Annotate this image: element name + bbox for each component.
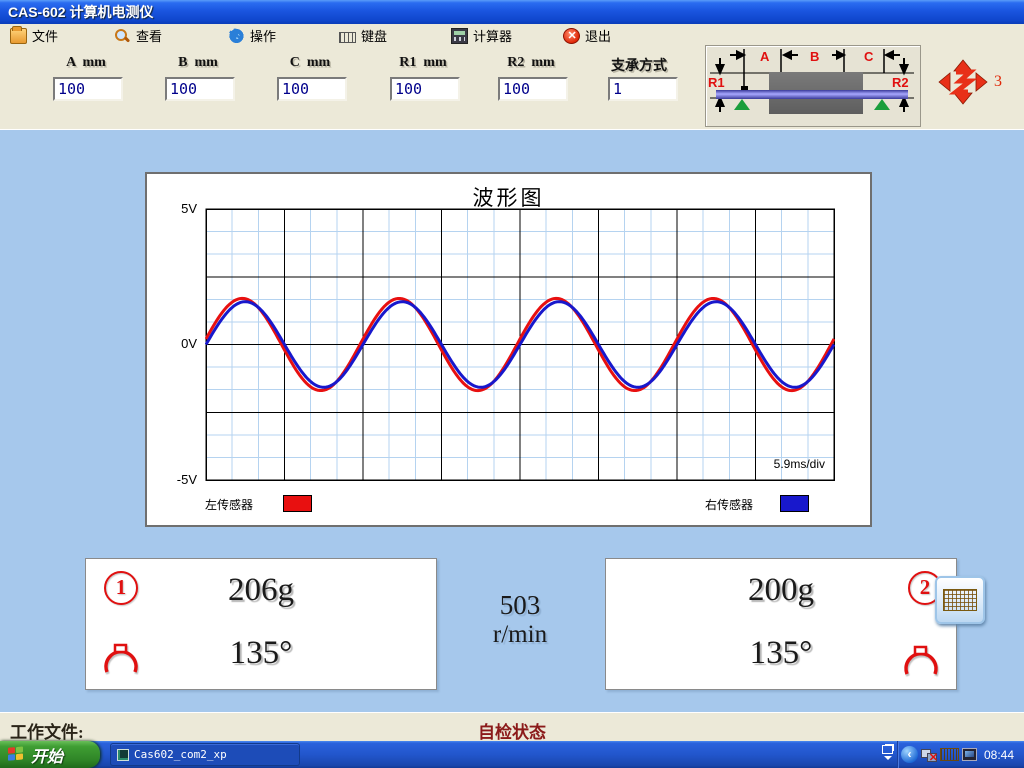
field-label-c: C mm [270,55,350,71]
task-label: Cas602_com2_xp [134,748,227,761]
keyboard-icon [339,32,356,43]
four-way-arrows-icon [938,59,988,105]
menu-item-file[interactable]: 文件 [6,26,62,45]
time-per-div-label: 5.9ms/div [774,457,825,471]
network-disconnected-icon[interactable] [921,748,937,762]
display-settings-icon[interactable] [962,748,977,761]
direction-counter: 3 [994,73,1002,91]
hide-icons-chevron[interactable]: ‹ [901,746,918,763]
taskbar: 开始 Cas602_com2_xp ‹ 08:44 [0,741,1024,768]
self-check-status: 自检状态 [0,718,1024,743]
window-title: CAS-602 计算机电测仪 [8,4,153,20]
parameter-strip: A mm B mm C mm R1 mm R2 mm 支承方式 [0,47,1024,130]
chevron-down-icon [884,756,892,764]
menu-item-exit[interactable]: 退出 [559,26,615,45]
field-label-support-mode: 支承方式 [599,55,679,75]
balance-weight-icon [102,643,140,679]
support-label-r1: R1 [708,75,725,90]
taskbar-clock: 08:44 [984,748,1014,762]
file-icon [10,28,27,44]
legend-left-sensor: 左传感器 [205,496,253,513]
menu-item-view[interactable]: 查看 [110,26,166,45]
field-a-input[interactable] [53,77,123,101]
left-weight-value: 206g [86,572,436,609]
field-label-r2: R2 mm [491,55,571,71]
dim-label-c: C [864,49,874,64]
restore-window-icon [882,745,893,754]
status-bar: 工作文件: 自检状态 [0,712,1024,741]
onscreen-keyboard-button[interactable] [935,576,985,624]
speed-unit: r/min [435,620,605,650]
field-c-input[interactable] [277,77,347,101]
legend-right-sensor: 右传感器 [705,496,753,513]
system-tray: ‹ 08:44 [897,741,1024,768]
menu-label: 计算器 [473,26,512,45]
field-r2-input[interactable] [498,77,568,101]
ytick-neg5v: -5V [147,472,197,487]
legend-left-swatch [283,495,312,512]
taskbar-task-button[interactable]: Cas602_com2_xp [110,743,300,766]
right-weight-value: 200g [606,572,956,609]
windows-flag-icon [8,746,25,762]
support-mode-input[interactable] [608,77,678,101]
menu-label: 键盘 [361,26,387,45]
right-measurement-panel: 2 200g 135° [605,558,957,690]
field-r1-input[interactable] [390,77,460,101]
search-icon [114,28,131,44]
exit-icon [563,28,580,44]
dim-label-a: A [760,49,770,64]
left-measurement-panel: 1 206g 135° [85,558,437,690]
rotor-diagram: A B C R1 R2 [705,45,921,127]
dim-label-b: B [810,49,819,64]
waveform-panel: 波形图 5V 0V -5V 5.9ms/div 左传感器 右传感器 [145,172,872,527]
support-label-r2: R2 [892,75,909,90]
menu-item-operate[interactable]: 操作 [224,26,280,45]
input-method-keyboard-icon[interactable] [940,748,959,761]
ytick-0v: 0V [147,336,197,351]
start-label: 开始 [31,743,63,767]
app-window: CAS-602 计算机电测仪 文件 查看 操作 键盘 计算器 退出 A m [0,0,1024,768]
desktop-toolbar[interactable] [880,743,896,766]
speed-value: 503 [435,590,605,620]
keyboard-icon [943,589,977,611]
field-label-b: B mm [158,55,238,71]
menu-label: 操作 [250,26,276,45]
menu-label: 文件 [32,26,58,45]
title-bar: CAS-602 计算机电测仪 [0,0,1024,24]
menu-item-keyboard[interactable]: 键盘 [335,26,391,45]
ytick-5v: 5V [147,201,197,216]
menu-label: 查看 [136,26,162,45]
field-label-a: A mm [46,55,126,71]
balance-weight-icon [902,645,940,681]
menu-item-calculator[interactable]: 计算器 [447,26,516,45]
field-b-input[interactable] [165,77,235,101]
app-icon [117,749,129,761]
speed-readout: 503 r/min [435,590,605,650]
calculator-icon [451,28,468,44]
start-button[interactable]: 开始 [0,741,100,768]
gear-icon [228,28,245,44]
main-area: 波形图 5V 0V -5V 5.9ms/div 左传感器 右传感器 1 206g… [0,130,1024,712]
menu-label: 退出 [585,26,611,45]
direction-control[interactable]: 3 [938,57,1016,107]
field-label-r1: R1 mm [383,55,463,71]
waveform-plot [205,208,835,481]
legend-right-swatch [780,495,809,512]
